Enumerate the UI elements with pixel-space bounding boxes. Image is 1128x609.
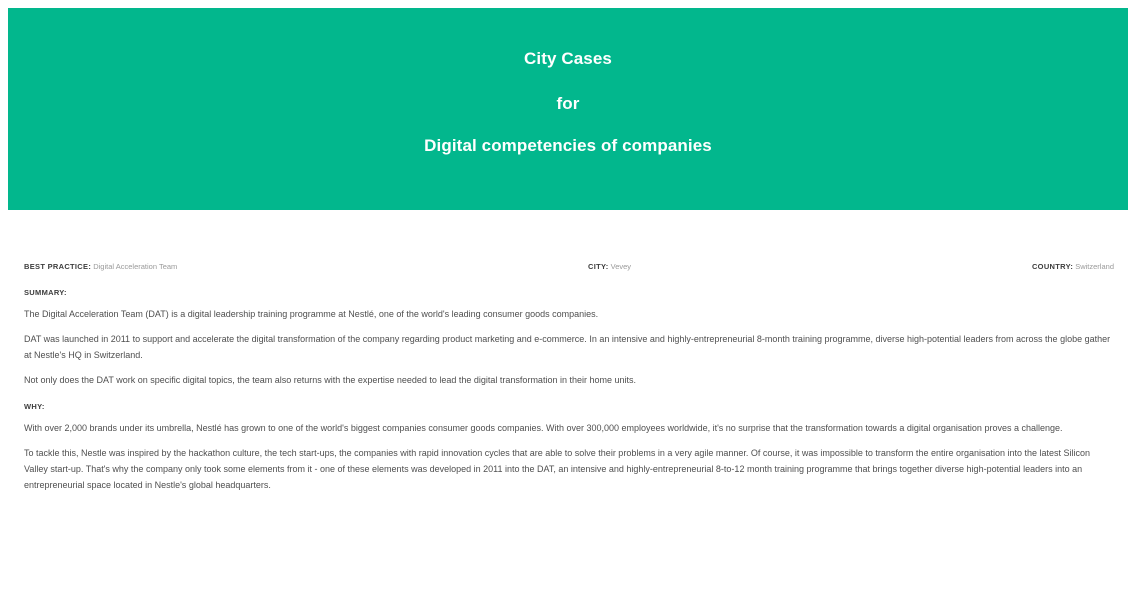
summary-paragraph: The Digital Acceleration Team (DAT) is a… [24, 309, 599, 319]
case-content: BEST PRACTICE: Digital Acceleration Team… [24, 252, 1114, 493]
why-label: WHY: [24, 402, 45, 411]
city-field: CITY: Vevey [588, 262, 631, 271]
header-subtitle: Digital competencies of companies [424, 136, 712, 155]
city-label: CITY: [588, 262, 609, 271]
meta-row: BEST PRACTICE: Digital Acceleration Team… [24, 252, 1114, 274]
summary-paragraph: Not only does the DAT work on specific d… [24, 375, 636, 385]
page: City Cases for Digital competencies of c… [0, 0, 1128, 609]
header-banner: City Cases for Digital competencies of c… [8, 8, 1128, 210]
summary-label: SUMMARY: [24, 288, 67, 297]
country-label: COUNTRY: [1031, 262, 1074, 271]
why-paragraph: To tackle this, Nestle was inspired by t… [24, 448, 1091, 490]
header-title: City Cases [524, 49, 612, 68]
best-practice-label: BEST PRACTICE: [24, 262, 92, 271]
summary-paragraph: DAT was launched in 2011 to support and … [24, 334, 1111, 360]
header-connector: for [556, 94, 580, 113]
country-value: Switzerland [1075, 262, 1114, 271]
country-field: COUNTRY: Switzerland [1032, 262, 1114, 271]
why-paragraph: With over 2,000 brands under its umbrell… [24, 423, 1063, 433]
best-practice-value: Digital Acceleration Team [93, 262, 178, 271]
best-practice-field: BEST PRACTICE: Digital Acceleration Team [24, 262, 177, 271]
city-value: Vevey [610, 262, 632, 271]
